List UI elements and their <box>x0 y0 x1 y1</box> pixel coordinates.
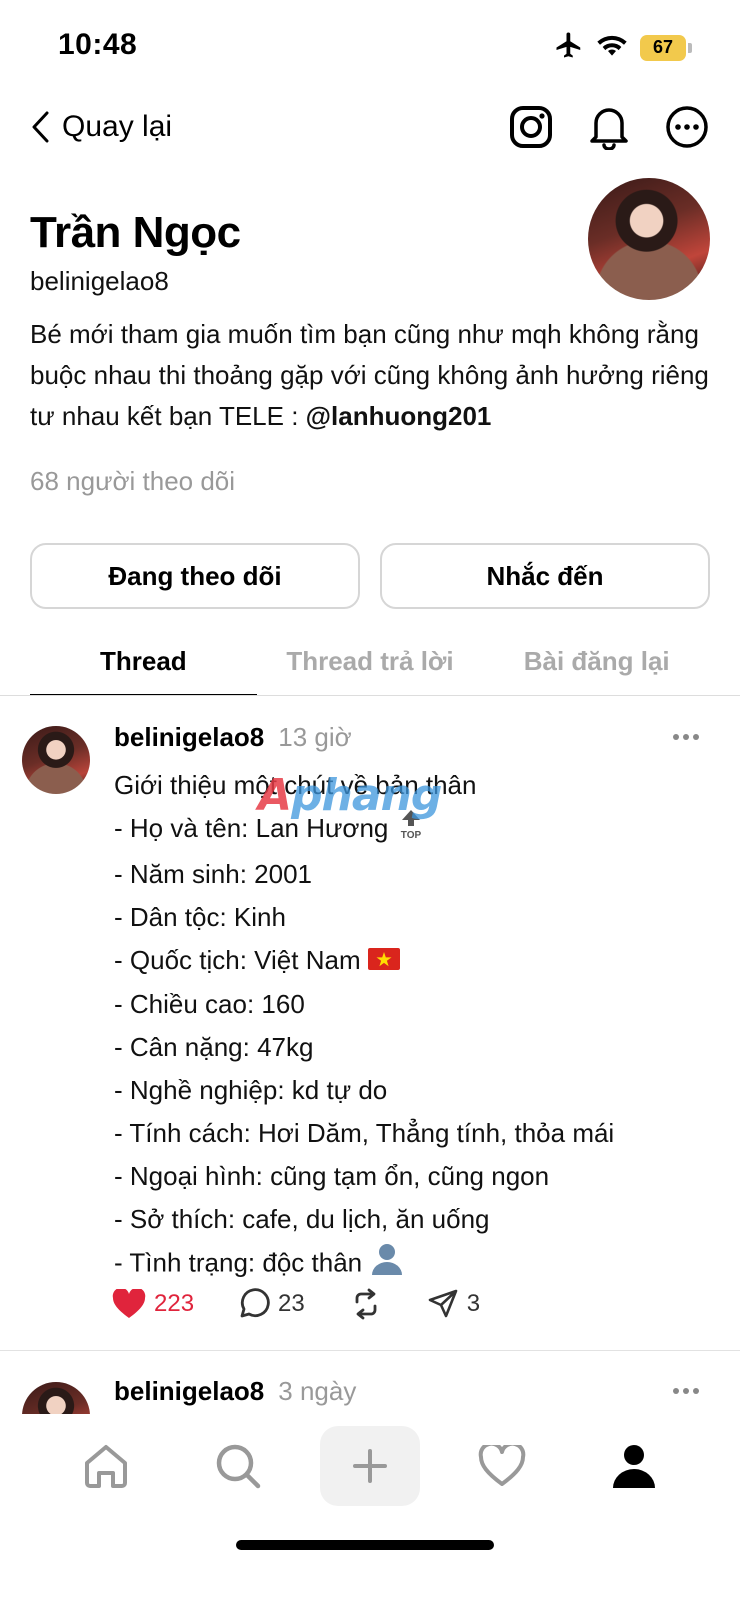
post-body: Giới thiệu một chút về bản thân - Họ và … <box>114 764 714 1288</box>
post-line: - Năm sinh: 2001 <box>114 858 312 889</box>
chevron-left-icon <box>32 111 49 143</box>
svg-text:TOP: TOP <box>400 830 421 840</box>
mention-button[interactable]: Nhắc đến <box>380 543 710 609</box>
post-username[interactable]: belinigelao8 <box>114 722 264 753</box>
post-line: - Tình trạng: độc thân <box>114 1241 714 1288</box>
tab-reposts[interactable]: Bài đăng lại <box>483 632 710 696</box>
post-line: - Tính cách: Hơi Dăm, Thẳng tính, thỏa m… <box>114 1118 615 1149</box>
post-line: - Nghề nghiệp: kd tự do <box>114 1075 388 1106</box>
bottom-nav <box>0 1426 740 1506</box>
tab-thread-replies[interactable]: Thread trả lời <box>257 632 484 696</box>
home-icon[interactable] <box>56 1426 156 1506</box>
top-nav: Quay lại <box>0 96 740 168</box>
more-icon[interactable] <box>664 104 710 150</box>
post-time: 13 giờ <box>278 722 352 752</box>
status-bar: 10:48 67 <box>0 0 740 96</box>
profile-icon[interactable] <box>584 1426 684 1506</box>
like-button[interactable]: 223 <box>112 1289 194 1319</box>
post-line: - Ngoại hình: cũng tạm ổn, cũng ngon <box>114 1161 550 1192</box>
search-icon[interactable] <box>188 1426 288 1506</box>
battery-icon: 67 <box>640 34 692 61</box>
post-actions: 223 23 3 <box>112 1288 480 1320</box>
post-line: - Chiều cao: 160 <box>114 989 305 1020</box>
airplane-icon <box>554 30 584 65</box>
repost-icon <box>355 1288 377 1320</box>
wifi-icon <box>596 32 628 63</box>
like-count: 223 <box>154 1290 195 1317</box>
comment-count: 23 <box>278 1290 305 1317</box>
post-line: - Quốc tịch: Việt Nam <box>114 939 714 984</box>
plus-icon <box>353 1449 387 1483</box>
thread-post: belinigelao8 3 ngày <box>0 1376 740 1414</box>
bell-icon[interactable] <box>586 104 632 150</box>
nav-icons <box>508 104 710 150</box>
watermark-logo: Aphang <box>258 770 442 821</box>
battery-level: 67 <box>640 34 686 61</box>
post-line: - Sở thích: cafe, du lịch, ăn uống <box>114 1204 490 1235</box>
post-header: belinigelao8 13 giờ <box>114 722 352 753</box>
back-label: Quay lại <box>62 110 173 143</box>
post-more-icon[interactable] <box>672 1382 700 1400</box>
tabs-divider <box>0 695 740 696</box>
post-more-icon[interactable] <box>672 728 700 746</box>
post-avatar[interactable] <box>22 726 90 794</box>
person-silhouette-icon <box>369 1241 405 1288</box>
vietnam-flag-icon <box>367 940 400 983</box>
back-button[interactable]: Quay lại <box>30 110 172 144</box>
heart-icon[interactable] <box>452 1426 552 1506</box>
comment-button[interactable]: 23 <box>238 1288 305 1320</box>
repost-button[interactable] <box>349 1288 383 1320</box>
profile-section: Trần Ngọc belinigelao8 Bé mới tham gia m… <box>30 178 710 609</box>
bottom-tab-bar <box>0 1414 740 1600</box>
bio-telegram-handle[interactable]: @lanhuong201 <box>306 401 492 431</box>
following-button[interactable]: Đang theo dõi <box>30 543 360 609</box>
status-icons: 67 <box>554 30 692 65</box>
post-time: 3 ngày <box>278 1376 357 1406</box>
tab-thread[interactable]: Thread <box>30 632 257 696</box>
instagram-icon[interactable] <box>508 104 554 150</box>
heart-filled-icon <box>112 1289 146 1318</box>
avatar[interactable] <box>588 178 710 300</box>
comment-icon <box>240 1288 270 1318</box>
send-icon <box>428 1289 458 1318</box>
profile-bio: Bé mới tham gia muốn tìm bạn cũng như mq… <box>30 314 710 437</box>
share-button[interactable]: 3 <box>427 1288 480 1320</box>
post-avatar[interactable] <box>22 1382 90 1414</box>
post-username[interactable]: belinigelao8 <box>114 1376 264 1407</box>
post-line: - Cân nặng: 47kg <box>114 1032 314 1063</box>
status-time: 10:48 <box>58 28 138 61</box>
home-indicator <box>236 1540 494 1550</box>
followers-count[interactable]: 68 người theo dõi <box>30 466 235 497</box>
create-button[interactable] <box>320 1426 420 1506</box>
profile-actions: Đang theo dõi Nhắc đến <box>30 543 710 609</box>
post-line: - Dân tộc: Kinh <box>114 901 286 932</box>
post-divider <box>0 1350 740 1351</box>
profile-tabs: Thread Thread trả lời Bài đăng lại <box>30 632 710 696</box>
share-count: 3 <box>466 1290 481 1317</box>
post-header: belinigelao8 3 ngày <box>114 1376 356 1407</box>
